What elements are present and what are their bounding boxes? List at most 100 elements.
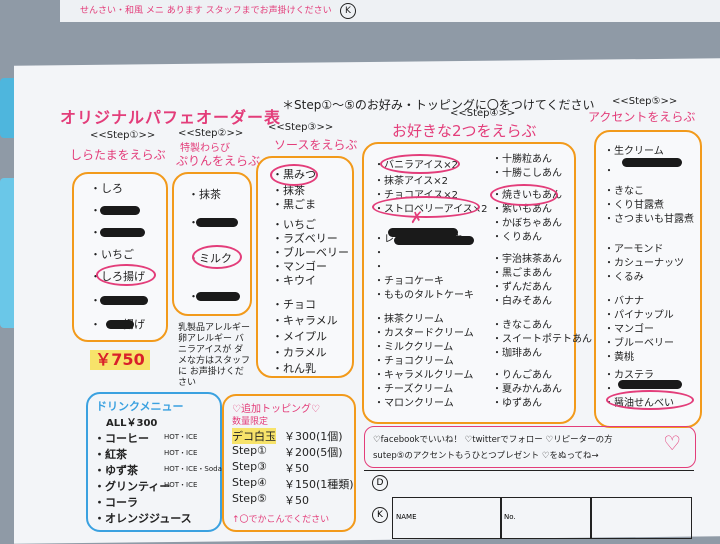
step4-item[interactable]: ・チョコケーキ bbox=[374, 272, 444, 287]
step4-item[interactable]: ・黒ごまあん bbox=[492, 264, 552, 279]
circle-mark bbox=[372, 196, 480, 218]
circle-mark bbox=[606, 390, 694, 410]
step3-item[interactable]: ・黒ごま bbox=[272, 196, 316, 212]
step4-item[interactable]: ・抹茶クリーム bbox=[374, 310, 444, 325]
scribble bbox=[196, 218, 238, 227]
step4-item[interactable]: ・ミルククリーム bbox=[374, 338, 453, 353]
step4-item[interactable]: ・ bbox=[374, 258, 384, 273]
drink-tag: HOT・ICE bbox=[164, 433, 198, 441]
step4-item[interactable]: ・ bbox=[374, 244, 384, 259]
step1-header: <<Step①>> bbox=[90, 130, 156, 141]
step4-item[interactable]: ・十勝粒あん bbox=[492, 150, 552, 165]
step4-item[interactable]: ・スイートポテトあん bbox=[492, 330, 592, 345]
drink-item[interactable]: ・紅茶 bbox=[94, 446, 127, 462]
top-k-mark: K bbox=[340, 3, 356, 19]
form-name-field[interactable] bbox=[392, 497, 502, 539]
drink-item[interactable]: ・コーヒー bbox=[94, 430, 149, 446]
topping-label[interactable]: デコ白玉 bbox=[232, 428, 276, 444]
step2-header: <<Step②>> bbox=[178, 128, 244, 139]
step4-item[interactable]: ・きなこあん bbox=[492, 316, 552, 331]
form-no-field[interactable] bbox=[500, 497, 592, 539]
circle-mark bbox=[380, 154, 460, 174]
step5-item[interactable]: ・バナナ bbox=[604, 292, 644, 307]
step4-item[interactable]: ・白みそあん bbox=[492, 292, 552, 307]
topping-price[interactable]: ￥50 bbox=[284, 492, 309, 508]
topping-footer: ↑〇でかこんでください bbox=[232, 515, 330, 525]
sheet-title: オリジナルパフェオーダー表 bbox=[60, 108, 282, 127]
topping-label[interactable]: Step④ bbox=[232, 476, 267, 489]
step3-item[interactable]: ・キャラメル bbox=[272, 312, 338, 328]
step4-item[interactable]: ・カスタードクリーム bbox=[374, 324, 474, 339]
topping-price[interactable]: ￥50 bbox=[284, 460, 309, 476]
step4-item[interactable]: ・キャラメルクリーム bbox=[374, 366, 473, 381]
topping-label[interactable]: Step③ bbox=[232, 460, 267, 473]
step5-item[interactable]: ・くるみ bbox=[604, 268, 644, 283]
step5-item[interactable]: ・パイナップル bbox=[604, 306, 674, 321]
step3-item[interactable]: ・カラメル bbox=[272, 344, 327, 360]
step5-item[interactable]: ・カステラ bbox=[604, 366, 654, 381]
step5-item[interactable]: ・カシューナッツ bbox=[604, 254, 684, 269]
step1-subtitle: しらたまをえらぶ bbox=[70, 148, 166, 162]
step4-item[interactable]: ・抹茶アイス×2 bbox=[374, 172, 448, 187]
form-d-mark: D bbox=[372, 475, 388, 491]
step5-item[interactable]: ・アーモンド bbox=[604, 240, 663, 255]
top-strip: せんさい・和風 メニ あります スタッフまでお声掛けください K bbox=[60, 0, 720, 22]
name-form: D K NAME No. bbox=[364, 470, 694, 541]
step4-item[interactable]: ・かぼちゃあん bbox=[492, 214, 562, 229]
step5-item[interactable]: ・マンゴー bbox=[604, 320, 654, 335]
step3-subtitle: ソースをえらぶ bbox=[274, 138, 358, 152]
step4-item[interactable]: ・夏みかんあん bbox=[492, 380, 562, 395]
drink-tag: HOT・ICE bbox=[164, 449, 198, 457]
step5-item[interactable]: ・きなこ bbox=[604, 182, 644, 197]
step5-item[interactable]: ・ bbox=[604, 162, 614, 177]
topping-label[interactable]: Step① bbox=[232, 444, 267, 457]
step5-item[interactable]: ・くり甘露煮 bbox=[604, 196, 664, 211]
step4-item[interactable]: ・珈琲あん bbox=[492, 344, 542, 359]
step4-header: <<Step④>> bbox=[450, 108, 516, 119]
topping-box: ♡追加トッピング♡ 数量限定 デコ白玉 ￥300(1個) Step① ￥200(5個)… bbox=[222, 394, 356, 532]
step4-item[interactable]: ・十勝こしあん bbox=[492, 164, 562, 179]
drink-item[interactable]: ・コーラ bbox=[94, 494, 138, 510]
topping-price[interactable]: ￥200(5個) bbox=[284, 444, 343, 460]
step4-item[interactable]: ・チョコクリーム bbox=[374, 352, 454, 367]
circle-mark bbox=[96, 264, 156, 286]
step3-item[interactable]: ・メイプル bbox=[272, 328, 327, 344]
scribble bbox=[100, 228, 145, 237]
drink-menu-box: ドリンクメニュー ALL￥300 ・コーヒー HOT・ICE ・紅茶 HOT・ICE ・… bbox=[86, 392, 222, 532]
step2-subtitle-2: ぷりんをえらぶ bbox=[176, 154, 261, 168]
step4-item[interactable]: ・ゆずあん bbox=[492, 394, 542, 409]
scribble bbox=[100, 206, 140, 215]
step5-item[interactable]: ・さつまいも甘露煮 bbox=[604, 210, 694, 225]
step5-item[interactable]: ・ bbox=[604, 380, 614, 395]
step3-item[interactable]: ・チョコ bbox=[272, 296, 316, 312]
step4-item[interactable]: ・くりあん bbox=[492, 228, 542, 243]
step4-item[interactable]: ・ずんだあん bbox=[492, 278, 552, 293]
circle-mark bbox=[270, 164, 318, 186]
step4-item[interactable]: ・マロンクリーム bbox=[374, 394, 454, 409]
step1-item[interactable]: ・しろ bbox=[90, 180, 123, 196]
step5-item[interactable]: ・生クリーム bbox=[604, 142, 664, 157]
step4-item[interactable]: ・りんごあん bbox=[492, 366, 552, 381]
topping-label[interactable]: Step⑤ bbox=[232, 492, 267, 505]
drink-item[interactable]: ・ゆず茶 bbox=[94, 462, 138, 478]
form-extra-field[interactable] bbox=[590, 497, 692, 539]
step1-item[interactable]: ・いちご bbox=[90, 246, 134, 262]
step2-item[interactable]: ・抹茶 bbox=[188, 186, 221, 202]
allergy-note: 乳製品アレルギー 卵アレルギー バニラアイスが ダメな方はスタッフに お声掛けく… bbox=[178, 323, 251, 388]
promo-line1: ♡facebookでいいね！ ♡twitterでフォロー ♡リピーターの方 bbox=[373, 435, 613, 445]
step4-item[interactable]: ・もものタルトケーキ bbox=[374, 286, 474, 301]
step5-item[interactable]: ・ブルーベリー bbox=[604, 334, 674, 349]
topping-limited: 数量限定 bbox=[232, 417, 269, 427]
promo-box: ♡facebookでいいね！ ♡twitterでフォロー ♡リピーターの方 su… bbox=[364, 426, 696, 468]
topping-price[interactable]: ￥150(1種類) bbox=[284, 476, 354, 492]
step4-item[interactable]: ・宇治抹茶あん bbox=[492, 250, 562, 265]
drink-tag: HOT・ICE bbox=[164, 481, 198, 489]
step5-item[interactable]: ・黄桃 bbox=[604, 348, 634, 363]
promo-line2: sutep⑤のアクセントもうひとつプレゼント ♡をぬってね→ bbox=[373, 451, 599, 461]
step3-item[interactable]: ・キウイ bbox=[272, 272, 316, 288]
topping-price[interactable]: ￥300(1個) bbox=[284, 428, 343, 444]
step4-item[interactable]: ・チーズクリーム bbox=[374, 380, 453, 395]
drink-item[interactable]: ・オレンジジュース bbox=[94, 510, 192, 526]
step3-item[interactable]: ・れん乳 bbox=[272, 360, 316, 376]
drink-item[interactable]: ・グリンティー bbox=[94, 478, 170, 494]
